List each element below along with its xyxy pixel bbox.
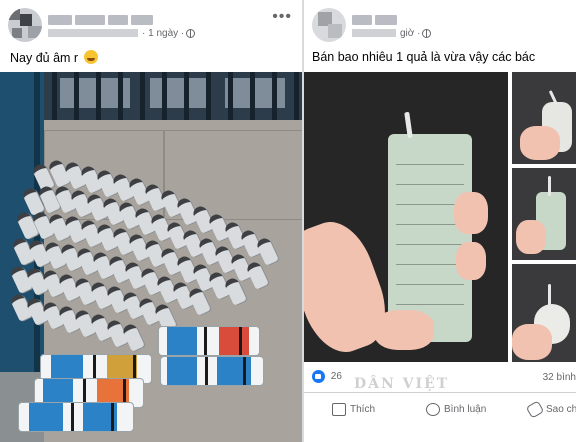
comments-count[interactable]: 32 bình xyxy=(543,372,576,383)
author-name-blurred[interactable] xyxy=(352,12,412,25)
post-time[interactable]: giờ xyxy=(400,28,414,39)
avatar[interactable] xyxy=(312,8,346,42)
grinning-face-emoji xyxy=(83,50,98,64)
like-reaction-icon[interactable] xyxy=(312,370,325,383)
post-meta: · 1 ngày · xyxy=(48,28,196,39)
post-time[interactable]: 1 ngày xyxy=(148,28,178,39)
post-right: giờ · Bán bao nhiêu 1 quả là vừa vậy các… xyxy=(304,0,576,442)
more-options-icon[interactable]: ••• xyxy=(272,8,292,26)
firecracker-pack xyxy=(18,402,134,432)
like-button[interactable]: Thích xyxy=(332,403,375,416)
like-icon xyxy=(332,403,346,416)
post-photo-thumb[interactable] xyxy=(512,264,576,362)
post-photo-main[interactable] xyxy=(304,72,508,362)
globe-icon xyxy=(186,28,196,38)
balcony-railing xyxy=(0,72,302,120)
post-meta: giờ · xyxy=(352,28,432,39)
author-name-blurred[interactable] xyxy=(48,12,158,25)
post-header: giờ · xyxy=(312,8,568,42)
firecracker-pack xyxy=(160,356,264,386)
reaction-count[interactable]: 26 xyxy=(331,371,342,382)
post-photo[interactable] xyxy=(0,72,302,442)
avatar[interactable] xyxy=(8,8,42,42)
reaction-stats: 26 32 bình xyxy=(312,370,576,388)
comment-button[interactable]: Bình luận xyxy=(426,403,486,416)
post-left: · 1 ngày · ••• Nay đủ âm r xyxy=(0,0,302,442)
post-caption: Bán bao nhiêu 1 quả là vừa vậy các bác xyxy=(312,50,536,64)
post-header: · 1 ngày · ••• xyxy=(8,8,294,42)
globe-icon xyxy=(422,28,432,38)
post-caption: Nay đủ âm r xyxy=(10,50,98,65)
share-icon xyxy=(525,400,545,419)
post-actions: Thích Bình luận Sao ch xyxy=(304,392,576,432)
firecracker-pack xyxy=(158,326,260,356)
post-photo-thumb[interactable] xyxy=(512,168,576,260)
share-button[interactable]: Sao ch xyxy=(525,400,576,419)
post-photo-thumb[interactable] xyxy=(512,72,576,164)
comment-icon xyxy=(426,403,440,416)
